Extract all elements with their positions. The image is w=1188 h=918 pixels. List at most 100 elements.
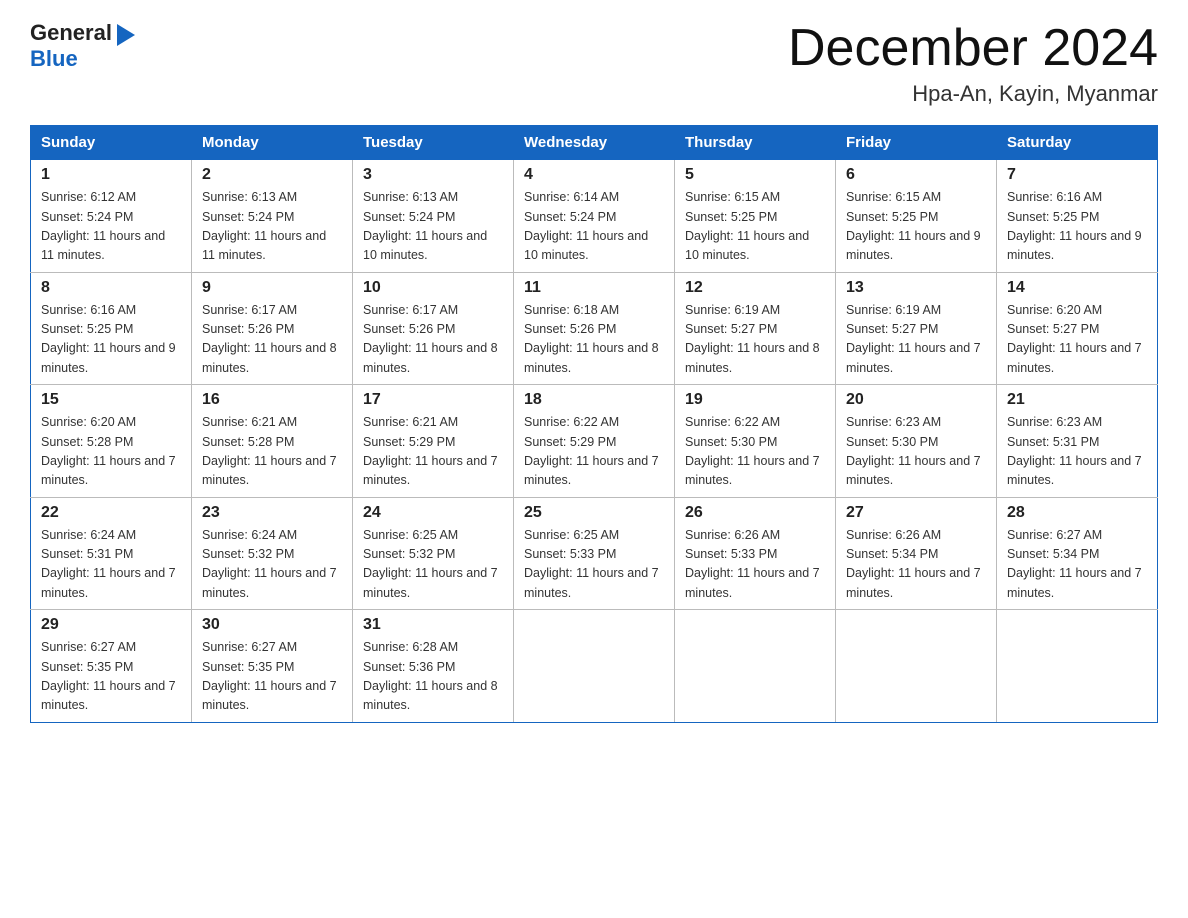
table-row: 15 Sunrise: 6:20 AMSunset: 5:28 PMDaylig… xyxy=(31,385,192,498)
day-number: 31 xyxy=(363,616,503,634)
day-info: Sunrise: 6:21 AMSunset: 5:29 PMDaylight:… xyxy=(363,415,498,487)
logo: General Blue xyxy=(30,20,135,72)
day-number: 10 xyxy=(363,279,503,297)
day-info: Sunrise: 6:19 AMSunset: 5:27 PMDaylight:… xyxy=(846,303,981,375)
table-row: 10 Sunrise: 6:17 AMSunset: 5:26 PMDaylig… xyxy=(353,272,514,385)
table-row: 12 Sunrise: 6:19 AMSunset: 5:27 PMDaylig… xyxy=(675,272,836,385)
table-row: 1 Sunrise: 6:12 AMSunset: 5:24 PMDayligh… xyxy=(31,160,192,273)
day-number: 23 xyxy=(202,504,342,522)
calendar-week-3: 15 Sunrise: 6:20 AMSunset: 5:28 PMDaylig… xyxy=(31,385,1158,498)
day-info: Sunrise: 6:27 AMSunset: 5:35 PMDaylight:… xyxy=(41,640,176,712)
day-info: Sunrise: 6:15 AMSunset: 5:25 PMDaylight:… xyxy=(685,190,809,262)
table-row: 31 Sunrise: 6:28 AMSunset: 5:36 PMDaylig… xyxy=(353,610,514,723)
day-info: Sunrise: 6:17 AMSunset: 5:26 PMDaylight:… xyxy=(363,303,498,375)
day-number: 19 xyxy=(685,391,825,409)
day-info: Sunrise: 6:18 AMSunset: 5:26 PMDaylight:… xyxy=(524,303,659,375)
table-row: 21 Sunrise: 6:23 AMSunset: 5:31 PMDaylig… xyxy=(997,385,1158,498)
table-row: 20 Sunrise: 6:23 AMSunset: 5:30 PMDaylig… xyxy=(836,385,997,498)
table-row: 4 Sunrise: 6:14 AMSunset: 5:24 PMDayligh… xyxy=(514,160,675,273)
table-row: 14 Sunrise: 6:20 AMSunset: 5:27 PMDaylig… xyxy=(997,272,1158,385)
calendar-week-5: 29 Sunrise: 6:27 AMSunset: 5:35 PMDaylig… xyxy=(31,610,1158,723)
day-number: 20 xyxy=(846,391,986,409)
table-row: 30 Sunrise: 6:27 AMSunset: 5:35 PMDaylig… xyxy=(192,610,353,723)
table-row: 28 Sunrise: 6:27 AMSunset: 5:34 PMDaylig… xyxy=(997,497,1158,610)
day-info: Sunrise: 6:27 AMSunset: 5:35 PMDaylight:… xyxy=(202,640,337,712)
day-number: 7 xyxy=(1007,166,1147,184)
day-number: 21 xyxy=(1007,391,1147,409)
table-row: 6 Sunrise: 6:15 AMSunset: 5:25 PMDayligh… xyxy=(836,160,997,273)
day-number: 3 xyxy=(363,166,503,184)
table-row: 11 Sunrise: 6:18 AMSunset: 5:26 PMDaylig… xyxy=(514,272,675,385)
day-info: Sunrise: 6:22 AMSunset: 5:30 PMDaylight:… xyxy=(685,415,820,487)
calendar-week-2: 8 Sunrise: 6:16 AMSunset: 5:25 PMDayligh… xyxy=(31,272,1158,385)
table-row: 29 Sunrise: 6:27 AMSunset: 5:35 PMDaylig… xyxy=(31,610,192,723)
day-info: Sunrise: 6:14 AMSunset: 5:24 PMDaylight:… xyxy=(524,190,648,262)
day-info: Sunrise: 6:24 AMSunset: 5:31 PMDaylight:… xyxy=(41,528,176,600)
table-row xyxy=(675,610,836,723)
day-info: Sunrise: 6:17 AMSunset: 5:26 PMDaylight:… xyxy=(202,303,337,375)
month-year-title: December 2024 xyxy=(788,20,1158,77)
col-friday: Friday xyxy=(836,126,997,160)
day-number: 14 xyxy=(1007,279,1147,297)
day-info: Sunrise: 6:16 AMSunset: 5:25 PMDaylight:… xyxy=(1007,190,1142,262)
day-info: Sunrise: 6:27 AMSunset: 5:34 PMDaylight:… xyxy=(1007,528,1142,600)
table-row: 5 Sunrise: 6:15 AMSunset: 5:25 PMDayligh… xyxy=(675,160,836,273)
table-row: 23 Sunrise: 6:24 AMSunset: 5:32 PMDaylig… xyxy=(192,497,353,610)
table-row: 8 Sunrise: 6:16 AMSunset: 5:25 PMDayligh… xyxy=(31,272,192,385)
col-saturday: Saturday xyxy=(997,126,1158,160)
logo-arrow-icon xyxy=(114,24,135,42)
day-number: 2 xyxy=(202,166,342,184)
day-number: 6 xyxy=(846,166,986,184)
table-row: 19 Sunrise: 6:22 AMSunset: 5:30 PMDaylig… xyxy=(675,385,836,498)
day-info: Sunrise: 6:20 AMSunset: 5:27 PMDaylight:… xyxy=(1007,303,1142,375)
day-number: 18 xyxy=(524,391,664,409)
table-row: 16 Sunrise: 6:21 AMSunset: 5:28 PMDaylig… xyxy=(192,385,353,498)
calendar-week-4: 22 Sunrise: 6:24 AMSunset: 5:31 PMDaylig… xyxy=(31,497,1158,610)
day-info: Sunrise: 6:26 AMSunset: 5:33 PMDaylight:… xyxy=(685,528,820,600)
col-tuesday: Tuesday xyxy=(353,126,514,160)
day-info: Sunrise: 6:12 AMSunset: 5:24 PMDaylight:… xyxy=(41,190,165,262)
day-number: 13 xyxy=(846,279,986,297)
table-row: 27 Sunrise: 6:26 AMSunset: 5:34 PMDaylig… xyxy=(836,497,997,610)
day-number: 22 xyxy=(41,504,181,522)
day-info: Sunrise: 6:15 AMSunset: 5:25 PMDaylight:… xyxy=(846,190,981,262)
day-info: Sunrise: 6:23 AMSunset: 5:31 PMDaylight:… xyxy=(1007,415,1142,487)
table-row xyxy=(836,610,997,723)
col-thursday: Thursday xyxy=(675,126,836,160)
day-info: Sunrise: 6:21 AMSunset: 5:28 PMDaylight:… xyxy=(202,415,337,487)
day-number: 4 xyxy=(524,166,664,184)
table-row: 22 Sunrise: 6:24 AMSunset: 5:31 PMDaylig… xyxy=(31,497,192,610)
table-row: 3 Sunrise: 6:13 AMSunset: 5:24 PMDayligh… xyxy=(353,160,514,273)
day-number: 9 xyxy=(202,279,342,297)
day-info: Sunrise: 6:25 AMSunset: 5:32 PMDaylight:… xyxy=(363,528,498,600)
table-row: 26 Sunrise: 6:26 AMSunset: 5:33 PMDaylig… xyxy=(675,497,836,610)
day-number: 25 xyxy=(524,504,664,522)
day-info: Sunrise: 6:16 AMSunset: 5:25 PMDaylight:… xyxy=(41,303,176,375)
table-row: 25 Sunrise: 6:25 AMSunset: 5:33 PMDaylig… xyxy=(514,497,675,610)
table-row xyxy=(514,610,675,723)
logo-blue: Blue xyxy=(30,46,78,72)
day-number: 12 xyxy=(685,279,825,297)
day-number: 28 xyxy=(1007,504,1147,522)
table-row xyxy=(997,610,1158,723)
day-number: 24 xyxy=(363,504,503,522)
calendar-table: Sunday Monday Tuesday Wednesday Thursday… xyxy=(30,125,1158,723)
header: General Blue December 2024 Hpa-An, Kayin… xyxy=(30,20,1158,107)
day-number: 11 xyxy=(524,279,664,297)
day-number: 16 xyxy=(202,391,342,409)
day-number: 8 xyxy=(41,279,181,297)
day-number: 27 xyxy=(846,504,986,522)
day-info: Sunrise: 6:13 AMSunset: 5:24 PMDaylight:… xyxy=(363,190,487,262)
day-info: Sunrise: 6:19 AMSunset: 5:27 PMDaylight:… xyxy=(685,303,820,375)
col-sunday: Sunday xyxy=(31,126,192,160)
day-number: 1 xyxy=(41,166,181,184)
day-number: 30 xyxy=(202,616,342,634)
table-row: 7 Sunrise: 6:16 AMSunset: 5:25 PMDayligh… xyxy=(997,160,1158,273)
day-info: Sunrise: 6:23 AMSunset: 5:30 PMDaylight:… xyxy=(846,415,981,487)
title-area: December 2024 Hpa-An, Kayin, Myanmar xyxy=(788,20,1158,107)
day-number: 29 xyxy=(41,616,181,634)
day-number: 17 xyxy=(363,391,503,409)
day-info: Sunrise: 6:22 AMSunset: 5:29 PMDaylight:… xyxy=(524,415,659,487)
table-row: 18 Sunrise: 6:22 AMSunset: 5:29 PMDaylig… xyxy=(514,385,675,498)
day-info: Sunrise: 6:13 AMSunset: 5:24 PMDaylight:… xyxy=(202,190,326,262)
